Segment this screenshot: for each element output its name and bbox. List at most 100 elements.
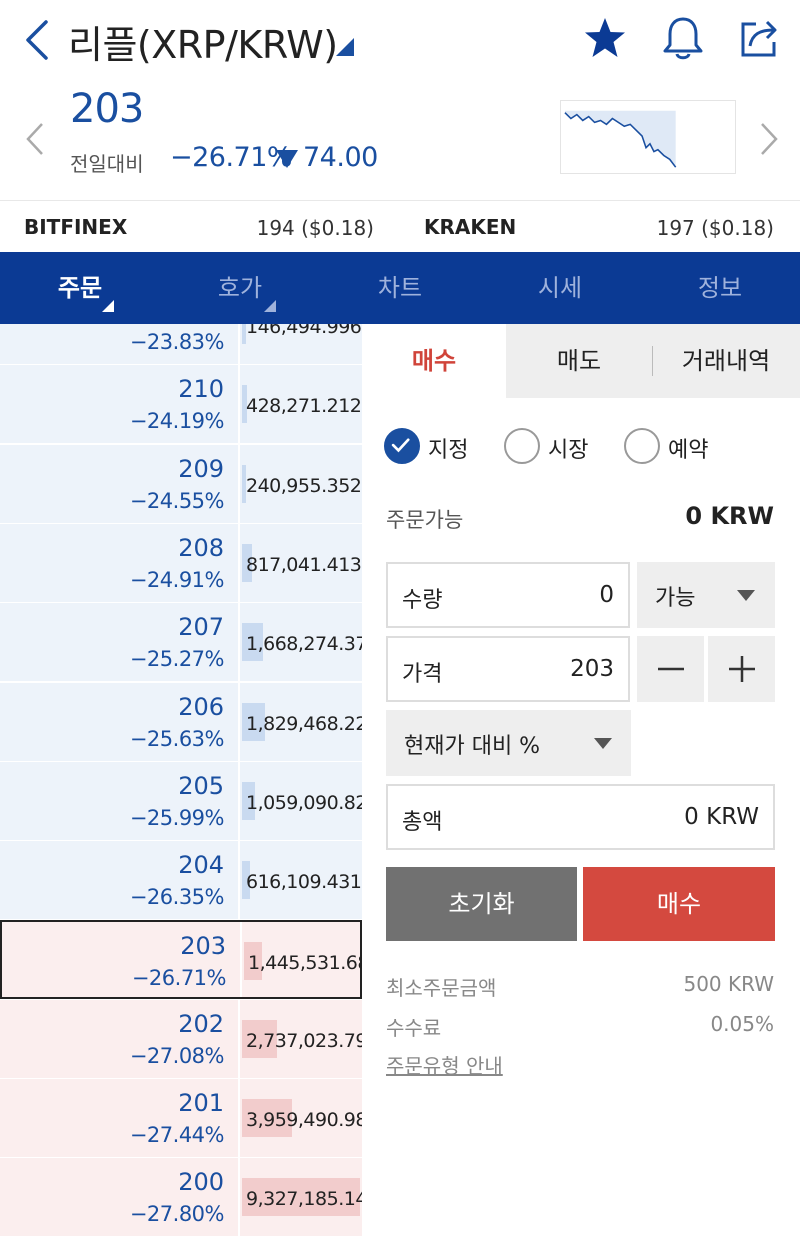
back-arrow-icon[interactable]	[22, 18, 52, 62]
orderbook-price-cell[interactable]: 203 −26.71%	[2, 922, 242, 998]
orderbook-price-cell[interactable]: 209 −24.55%	[0, 444, 240, 523]
orderbook-price: 203	[180, 932, 226, 961]
orderbook-qty: 817,041.413	[246, 553, 362, 576]
total-field[interactable]: 총액 0 KRW	[386, 784, 775, 850]
orderbook-rate: −26.35%	[129, 885, 225, 910]
percent-select[interactable]: 현재가 대비 %	[386, 710, 631, 776]
orderbook-price-cell[interactable]: 210 −24.19%	[0, 365, 240, 444]
orderbook-row[interactable]: 204 −26.35% 616,109.431	[0, 841, 362, 921]
coin-title[interactable]: 리플(XRP/KRW)	[68, 14, 338, 69]
tab-divider	[652, 346, 653, 376]
tab-buy[interactable]: 매수	[362, 324, 506, 398]
orderbook-price-cell[interactable]: 201 −27.44%	[0, 1079, 240, 1157]
radio-reserve[interactable]	[624, 428, 660, 464]
orderbook-price-cell[interactable]: 205 −25.99%	[0, 761, 240, 840]
share-icon[interactable]	[738, 16, 782, 60]
orderbook-qty-cell: 428,271.212	[242, 365, 362, 443]
total-label: 총액	[402, 810, 443, 835]
orderbook-qty-cell: 1,668,274.372	[242, 603, 362, 681]
orderbook-rate: −24.91%	[129, 567, 225, 592]
orderbook-qty: 1,059,090.825	[246, 791, 362, 814]
orderbook-price-cell[interactable]: 207 −25.27%	[0, 603, 240, 682]
orderbook-qty: 616,109.431	[246, 871, 362, 894]
orderbook-rate: −27.44%	[129, 1123, 225, 1147]
total-value[interactable]: 0 KRW	[684, 804, 759, 830]
compare-label: 전일대비	[70, 152, 144, 176]
price-increase-button[interactable]	[708, 636, 775, 702]
price-sparkline[interactable]	[560, 100, 736, 174]
order-type-guide-link[interactable]: 주문유형 안내	[386, 1050, 503, 1079]
tab-label: 정보	[697, 274, 743, 302]
coin-select-caret-icon[interactable]	[336, 38, 354, 56]
orderbook-rate: −26.71%	[131, 966, 227, 991]
tab-3[interactable]: 시세	[480, 252, 640, 324]
next-coin-icon[interactable]	[758, 122, 780, 156]
orderbook-row[interactable]: 208 −24.91% 817,041.413	[0, 523, 362, 603]
orderbook-row[interactable]: 207 −25.27% 1,668,274.372	[0, 603, 362, 683]
orderbook-row[interactable]: 203 −26.71% 1,445,531.685	[0, 920, 362, 1000]
orderbook-price-cell[interactable]: 206 −25.63%	[0, 682, 240, 761]
orderbook-row[interactable]: 201 −27.44% 3,959,490.984	[0, 1079, 362, 1158]
orderbook-price: 201	[178, 1089, 224, 1117]
check-icon	[391, 438, 410, 453]
orderbook-qty-cell: 9,327,185.144	[242, 1158, 362, 1236]
tab-caret-icon	[102, 300, 114, 312]
orderbook-price-cell[interactable]: 202 −27.08%	[0, 999, 240, 1078]
tab-1[interactable]: 호가	[160, 252, 320, 324]
orderbook-row[interactable]: 200 −27.80% 9,327,185.144	[0, 1158, 362, 1238]
alarm-bell-icon[interactable]	[661, 14, 705, 62]
orderbook-qty-cell: 146,494.996	[242, 324, 362, 364]
plus-icon	[729, 656, 755, 682]
orderbook-row[interactable]: 205 −25.99% 1,059,090.825	[0, 761, 362, 841]
fee-label: 수수료	[386, 1016, 442, 1040]
orderbook-row[interactable]: −23.83% 146,494.996	[0, 324, 362, 365]
orderbook-qty-cell: 817,041.413	[242, 524, 362, 602]
tab-4[interactable]: 정보	[640, 252, 800, 324]
tab-sell[interactable]: 매도	[506, 324, 652, 398]
quantity-label: 수량	[402, 588, 443, 613]
buy-button[interactable]: 매수	[583, 867, 775, 941]
change-rate: −26.71%	[170, 142, 293, 173]
price-label: 가격	[402, 662, 443, 687]
quantity-field[interactable]: 수량 0	[386, 562, 630, 628]
radio-market[interactable]	[504, 428, 540, 464]
orderbook-qty: 9,327,185.144	[246, 1188, 362, 1211]
orderbook-price: 205	[178, 771, 224, 800]
tab-history[interactable]: 거래내역	[652, 324, 800, 398]
quantity-value[interactable]: 0	[599, 582, 614, 608]
orderbook-row[interactable]: 206 −25.63% 1,829,468.222	[0, 682, 362, 762]
orderbook-price-cell[interactable]: −23.83%	[0, 324, 240, 364]
price-summary: 203 전일대비 −26.71% 74.00	[0, 80, 800, 200]
tab-2[interactable]: 차트	[320, 252, 480, 324]
orderbook-row[interactable]: 202 −27.08% 2,737,023.797	[0, 999, 362, 1079]
radio-limit[interactable]	[384, 428, 420, 464]
orderbook-price-cell[interactable]: 208 −24.91%	[0, 523, 240, 602]
orderbook-price-cell[interactable]: 204 −26.35%	[0, 841, 240, 920]
min-order-value: 500 KRW	[683, 972, 774, 996]
orderbook-qty-cell: 240,955.352	[242, 445, 362, 523]
price-decrease-button[interactable]	[637, 636, 704, 702]
orderbook-qty: 240,955.352	[246, 474, 362, 497]
exchange-value-bitfinex: 194 ($0.18)	[256, 216, 374, 240]
price-value[interactable]: 203	[570, 656, 614, 682]
exchange-name-kraken: KRAKEN	[424, 215, 517, 239]
orderbook-rate: −24.19%	[129, 409, 225, 434]
price-field[interactable]: 가격 203	[386, 636, 630, 702]
ratio-select[interactable]: 가능	[637, 562, 775, 628]
prev-coin-icon[interactable]	[24, 122, 46, 156]
favorite-star-icon[interactable]	[583, 16, 627, 60]
orderbook[interactable]: −23.83% 146,494.996 210 −24.19% 428,271.212 2…	[0, 324, 362, 1243]
orderbook-price: 200	[178, 1168, 224, 1197]
tab-label: 주문	[57, 274, 103, 302]
exchange-name-bitfinex: BITFINEX	[24, 215, 128, 239]
ratio-select-label: 가능	[655, 586, 696, 611]
available-label: 주문가능	[386, 508, 464, 532]
top-bar: 리플(XRP/KRW)	[0, 0, 800, 80]
tab-0[interactable]: 주문	[0, 252, 160, 324]
order-type-radios: 지정 시장 예약	[384, 428, 800, 468]
orderbook-row[interactable]: 209 −24.55% 240,955.352	[0, 444, 362, 524]
chevron-down-icon	[737, 590, 755, 601]
orderbook-row[interactable]: 210 −24.19% 428,271.212	[0, 365, 362, 445]
reset-button[interactable]: 초기화	[386, 867, 577, 941]
orderbook-price-cell[interactable]: 200 −27.80%	[0, 1158, 240, 1237]
